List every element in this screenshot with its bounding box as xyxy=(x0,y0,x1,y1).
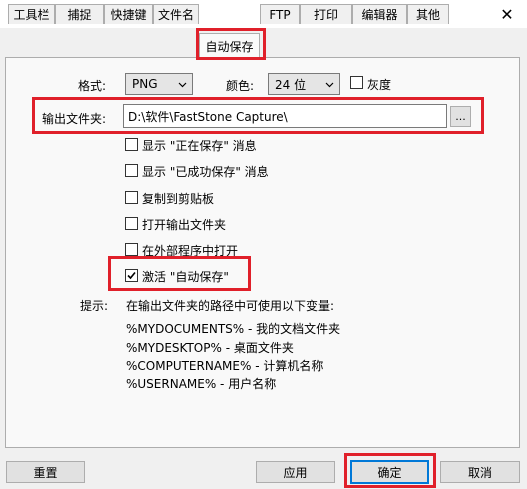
cancel-button-label: 取消 xyxy=(467,465,492,480)
tab-toolbar[interactable]: 工具栏 xyxy=(8,4,55,24)
chevron-down-icon xyxy=(325,82,334,88)
tab-label: 打印 xyxy=(313,8,338,22)
output-folder-input[interactable]: D:\软件\FastStone Capture\ xyxy=(123,104,447,128)
tab-label: 其他 xyxy=(415,8,440,22)
format-label: 格式: xyxy=(78,79,107,93)
apply-button-label: 应用 xyxy=(283,465,308,480)
tab-editor[interactable]: 编辑器 xyxy=(352,4,407,24)
tab-label: 捕捉 xyxy=(67,8,92,22)
ok-button[interactable]: 确定 xyxy=(350,460,429,484)
activate-auto-save-label: 激活 "自动保存" xyxy=(142,270,229,284)
activate-auto-save-checkbox[interactable] xyxy=(125,269,138,282)
hint-variable: %MYDOCUMENTS% - 我的文档文件夹 xyxy=(126,322,341,336)
color-depth-value: 24 位 xyxy=(275,77,307,92)
ellipsis-icon: ... xyxy=(455,110,466,123)
tab-label: FTP xyxy=(269,7,291,22)
output-folder-value: D:\软件\FastStone Capture\ xyxy=(128,109,288,124)
open-output-folder-checkbox[interactable] xyxy=(125,217,138,230)
open-in-external-program-label: 在外部程序中打开 xyxy=(142,244,239,258)
tab-capture[interactable]: 捕捉 xyxy=(55,4,104,24)
grayscale-label: 灰度 xyxy=(367,78,392,92)
tab-auto-save[interactable]: 自动保存 xyxy=(199,33,260,58)
tab-print[interactable]: 打印 xyxy=(300,4,352,24)
hint-variable: %MYDESKTOP% - 桌面文件夹 xyxy=(126,341,294,355)
copy-to-clipboard-label: 复制到剪贴板 xyxy=(142,192,215,206)
tab-label: 编辑器 xyxy=(361,8,398,22)
tab-label: 快捷键 xyxy=(110,8,147,22)
tab-label: 文件名 xyxy=(157,8,194,22)
close-icon: ✕ xyxy=(500,4,514,24)
show-saving-message-checkbox[interactable] xyxy=(125,138,138,151)
tab-label: 工具栏 xyxy=(13,8,50,22)
copy-to-clipboard-checkbox[interactable] xyxy=(125,191,138,204)
apply-button[interactable]: 应用 xyxy=(256,461,335,483)
hint-intro: 在输出文件夹的路径中可使用以下变量: xyxy=(126,299,335,313)
grayscale-checkbox[interactable] xyxy=(350,76,363,89)
format-value: PNG xyxy=(132,77,158,91)
output-folder-label: 输出文件夹: xyxy=(42,112,107,126)
tab-other[interactable]: 其他 xyxy=(407,4,449,24)
hint-label: 提示: xyxy=(80,299,109,313)
reset-button[interactable]: 重置 xyxy=(6,461,85,483)
show-saving-message-label: 显示 "正在保存" 消息 xyxy=(142,139,257,153)
hint-variable: %USERNAME% - 用户名称 xyxy=(126,377,277,391)
show-saved-message-label: 显示 "已成功保存" 消息 xyxy=(142,165,269,179)
tab-label: 自动保存 xyxy=(205,39,254,54)
ok-button-label: 确定 xyxy=(377,465,402,480)
tab-hotkeys[interactable]: 快捷键 xyxy=(104,4,153,24)
browse-folder-button[interactable]: ... xyxy=(450,106,471,127)
tab-filename[interactable]: 文件名 xyxy=(153,4,199,24)
reset-button-label: 重置 xyxy=(33,465,58,480)
open-in-external-program-checkbox[interactable] xyxy=(125,243,138,256)
color-depth-select[interactable]: 24 位 xyxy=(268,73,340,95)
close-button[interactable]: ✕ xyxy=(487,0,527,28)
open-output-folder-label: 打开输出文件夹 xyxy=(142,218,227,232)
tab-ftp[interactable]: FTP xyxy=(260,4,300,24)
cancel-button[interactable]: 取消 xyxy=(440,461,520,483)
hint-variable: %COMPUTERNAME% - 计算机名称 xyxy=(126,359,324,373)
show-saved-message-checkbox[interactable] xyxy=(125,164,138,177)
checkmark-icon xyxy=(127,271,136,280)
format-select[interactable]: PNG xyxy=(125,73,193,95)
color-label: 颜色: xyxy=(226,79,255,93)
chevron-down-icon xyxy=(178,82,187,88)
